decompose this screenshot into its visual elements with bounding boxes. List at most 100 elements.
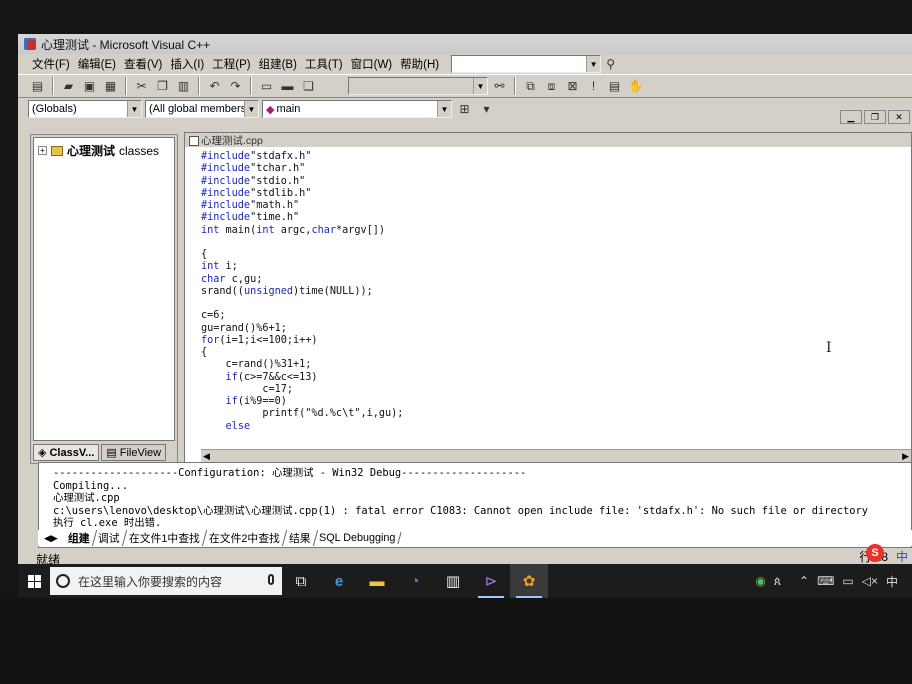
find-in-files-icon[interactable]: ⚲ <box>601 55 620 74</box>
code-line[interactable] <box>201 298 403 310</box>
taskbar-search[interactable]: 在这里输入你要搜索的内容 <box>50 567 282 595</box>
code-line[interactable]: printf("%d.%c\t",i,gu); <box>201 408 403 420</box>
keyboard-icon[interactable]: ⌨ <box>817 574 834 588</box>
menu-file[interactable]: 文件(F) <box>28 56 74 72</box>
find-combo[interactable]: ▼ <box>451 55 602 73</box>
menu-window[interactable]: 窗口(W) <box>347 56 397 72</box>
workspace-window-icon[interactable]: ▭ <box>257 77 276 96</box>
go-debug-icon[interactable]: ▤ <box>605 77 624 96</box>
output-line[interactable]: Compiling... <box>53 480 911 493</box>
open-folder-icon[interactable]: ▰ <box>59 77 78 96</box>
code-line[interactable]: #include"math.h" <box>201 200 403 212</box>
chevron-down-icon[interactable]: ▼ <box>473 78 487 94</box>
scroll-right-icon[interactable]: ▶ <box>902 451 909 462</box>
code-line[interactable]: gu=rand()%6+1; <box>201 323 403 335</box>
output-tab[interactable]: 在文件2中查找 <box>202 530 287 546</box>
code-line[interactable]: #include"time.h" <box>201 212 403 224</box>
code-line[interactable]: { <box>201 347 403 359</box>
function-combo[interactable]: ◆ main ▼ <box>262 100 452 118</box>
output-tab[interactable]: 调试 <box>92 530 128 546</box>
cut-icon[interactable]: ✂ <box>132 77 151 96</box>
search-text-combo[interactable]: ▼ <box>348 77 488 95</box>
code-line[interactable]: #include"stdafx.h" <box>201 151 403 163</box>
document-app-icon[interactable]: ▥ <box>434 564 472 598</box>
close-icon[interactable]: ✕ <box>888 110 910 124</box>
restore-icon[interactable]: ❐ <box>864 110 886 124</box>
edge-browser-icon[interactable]: e <box>320 564 358 598</box>
code-line[interactable]: char c,gu; <box>201 274 403 286</box>
menu-help[interactable]: 帮助(H) <box>396 56 443 72</box>
output-line[interactable]: 执行 cl.exe 时出错. <box>53 517 911 530</box>
output-line[interactable]: 心理测试.cpp <box>53 492 911 505</box>
ime-mode[interactable]: 中 <box>896 548 908 565</box>
editor-tab-title[interactable]: 心理测试.cpp <box>185 133 911 147</box>
menu-tools[interactable]: 工具(T) <box>301 56 347 72</box>
file-explorer-icon[interactable]: ▬ <box>358 564 396 598</box>
chevron-down-icon[interactable]: ▼ <box>127 101 141 117</box>
undo-icon[interactable]: ↶ <box>205 77 224 96</box>
volume-icon[interactable]: ◁× <box>862 574 878 588</box>
code-line[interactable]: int i; <box>201 261 403 273</box>
chevron-up-icon[interactable]: ⌃ <box>799 574 809 588</box>
output-line[interactable]: --------------------Configuration: 心理测试 … <box>53 467 911 480</box>
visual-studio-icon[interactable]: ⊳ <box>472 564 510 598</box>
expand-plus-icon[interactable]: + <box>38 146 47 155</box>
members-combo[interactable]: (All global members ▼ <box>145 100 259 118</box>
code-line[interactable]: c=6; <box>201 310 403 322</box>
people-icon[interactable]: ጰ <box>774 574 781 589</box>
tab-classview[interactable]: ◈ ClassV... <box>33 444 100 461</box>
quick-assist-icon[interactable]: ◔ <box>396 564 434 598</box>
chevron-down-icon[interactable]: ▾ <box>477 100 496 119</box>
code-line[interactable]: #include"stdio.h" <box>201 176 403 188</box>
output-tab[interactable]: SQL Debugging <box>313 532 403 544</box>
menu-view[interactable]: 查看(V) <box>120 56 166 72</box>
find-binoculars-icon[interactable]: ⚯ <box>490 77 509 96</box>
menu-build[interactable]: 组建(B) <box>255 56 301 72</box>
minimize-icon[interactable]: ▁ <box>840 110 862 124</box>
code-line[interactable]: int main(int argc,char*argv[]) <box>201 225 403 237</box>
code-line[interactable]: c=rand()%31+1; <box>201 359 403 371</box>
horizontal-scrollbar[interactable]: ◀ ▶ <box>201 449 911 463</box>
chevron-down-icon[interactable]: ▼ <box>586 56 601 72</box>
save-all-icon[interactable]: ▦ <box>101 77 120 96</box>
microphone-icon[interactable] <box>268 574 274 585</box>
compile-icon[interactable]: ⧉ <box>521 77 540 96</box>
window-list-icon[interactable]: ❏ <box>299 77 318 96</box>
code-line[interactable]: srand((unsigned)time(NULL)); <box>201 286 403 298</box>
class-tree[interactable]: + 心理测试 classes <box>33 137 175 441</box>
code-line[interactable] <box>201 237 403 249</box>
code-line[interactable]: #include"tchar.h" <box>201 163 403 175</box>
tab-fileview[interactable]: ▤ FileView <box>101 444 167 461</box>
code-line[interactable]: { <box>201 249 403 261</box>
output-tab[interactable]: 在文件1中查找 <box>122 530 207 546</box>
code-line[interactable]: if(i%9==0) <box>201 396 403 408</box>
code-line[interactable]: #include"stdlib.h" <box>201 188 403 200</box>
output-window-icon[interactable]: ▬ <box>278 77 297 96</box>
wizard-action-icon[interactable]: ⊞ <box>455 100 474 119</box>
security-icon[interactable]: ◉ <box>755 574 765 588</box>
output-line[interactable]: c:\users\lenovo\desktop\心理测试\心理测试.cpp(1)… <box>53 505 911 518</box>
menu-edit[interactable]: 编辑(E) <box>74 56 120 72</box>
task-view-icon[interactable]: ⧉ <box>282 564 320 598</box>
copy-icon[interactable]: ❐ <box>153 77 172 96</box>
network-icon[interactable]: ▭ <box>842 574 853 588</box>
chevron-down-icon[interactable]: ▼ <box>437 101 451 117</box>
new-file-icon[interactable]: ▤ <box>28 77 47 96</box>
scroll-left-icon[interactable]: ◀ <box>203 451 210 462</box>
scope-combo[interactable]: (Globals) ▼ <box>28 100 142 118</box>
paste-icon[interactable]: ▥ <box>174 77 193 96</box>
code-editor[interactable]: 心理测试.cpp #include"stdafx.h" #include"tcha… <box>184 132 912 464</box>
menu-project[interactable]: 工程(P) <box>208 56 254 72</box>
build-icon[interactable]: ⧈ <box>542 77 561 96</box>
code-line[interactable]: c=17; <box>201 384 403 396</box>
menu-insert[interactable]: 插入(I) <box>166 56 208 72</box>
stop-build-icon[interactable]: ⊠ <box>563 77 582 96</box>
code-line[interactable]: for(i=1;i<=100;i++) <box>201 335 403 347</box>
code-line[interactable]: if(c>=7&&c<=13) <box>201 372 403 384</box>
tab-scroll-arrows-icon[interactable]: ◀▶ <box>38 533 64 544</box>
window-titlebar[interactable]: 心理测试 - Microsoft Visual C++ <box>18 34 912 54</box>
breakpoint-hand-icon[interactable]: ✋ <box>626 77 645 96</box>
start-button[interactable] <box>18 564 50 598</box>
output-tab[interactable]: 结果 <box>282 530 318 546</box>
code-line[interactable]: else <box>201 421 403 433</box>
